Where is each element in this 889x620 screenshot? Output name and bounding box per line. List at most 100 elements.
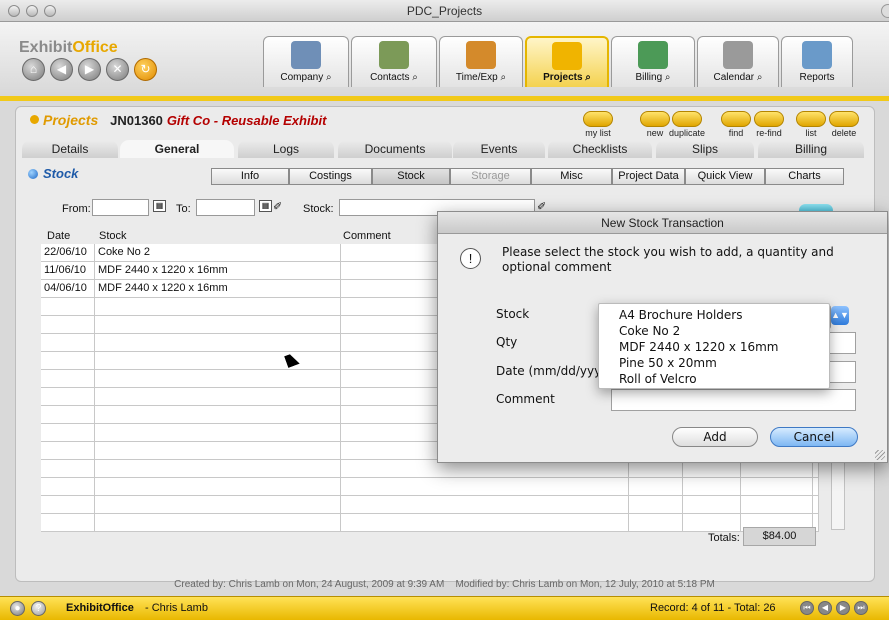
sub-tab-7[interactable]: Charts [765,168,844,185]
row-date [41,352,95,370]
record-tab-3[interactable]: Documents [338,140,452,158]
module-tab-label: Time/Exp ⌕ [455,72,507,83]
table-row[interactable] [41,514,819,532]
window-titlebar: PDC_Projects [0,0,889,22]
list-button[interactable]: list [796,111,826,138]
date-label: Date (mm/dd/yyyy) [496,364,613,378]
sub-tab-5[interactable]: Project Data [612,168,685,185]
refind-button[interactable]: re-find [754,111,784,138]
magnifier-icon[interactable]: ⌕ [410,72,418,83]
row-stock [95,388,341,406]
stock-option[interactable]: Roll of Velcro [599,371,829,387]
record-tab-1[interactable]: General [120,140,234,158]
module-tab-reports[interactable]: Reports [781,36,853,87]
first-record-icon[interactable]: ⏮ [800,601,814,615]
row-date: 11/06/10 [41,262,95,280]
help-icon[interactable]: ? [31,601,46,616]
row-date [41,388,95,406]
delete-button[interactable]: delete [829,111,859,138]
stock-select-arrows-icon[interactable]: ▲▼ [831,306,849,325]
list-view-icon [796,111,826,127]
my-list-button[interactable]: my list [583,111,613,138]
prev-record-icon[interactable]: ◀ [818,601,832,615]
client-name: Gift Co - Reusable Exhibit [166,113,327,128]
time-exp-icon [466,41,496,69]
from-calendar-icon[interactable]: ▦ [153,200,166,212]
stock-option[interactable]: Pine 50 x 20mm [599,355,829,371]
contacts-icon [379,41,409,69]
sub-tab-4[interactable]: Misc [531,168,612,185]
module-tab-calendar[interactable]: Calendar ⌕ [697,36,779,87]
billing-icon [638,41,668,69]
next-record-icon[interactable]: ▶ [836,601,850,615]
sub-tab-0[interactable]: Info [211,168,289,185]
row-cell [629,514,683,532]
record-tab-6[interactable]: Slips [656,140,754,158]
row-comment [341,496,629,514]
table-row[interactable] [41,496,819,514]
row-cell [683,478,741,496]
to-date-input[interactable] [196,199,255,216]
module-tab-company[interactable]: Company ⌕ [263,36,349,87]
stock-option[interactable]: Coke No 2 [599,323,829,339]
db-icon[interactable]: ● [10,601,25,616]
module-tab-label: Company ⌕ [280,72,332,83]
row-stock: MDF 2440 x 1220 x 16mm [95,280,341,298]
module-tab-time-exp[interactable]: Time/Exp ⌕ [439,36,523,87]
col-date-header: Date [47,230,71,242]
magnifier-icon[interactable]: ⌕ [498,72,507,83]
record-tab-4[interactable]: Events [453,140,545,158]
new-button[interactable]: new [640,111,670,138]
sub-tab-2[interactable]: Stock [372,168,450,185]
status-bar: ● ? ExhibitOffice - Chris Lamb Record: 4… [0,596,889,620]
clear-filter-icon[interactable]: ✐ [273,200,282,213]
find-button[interactable]: find [721,111,751,138]
to-calendar-icon[interactable]: ▦ [259,200,272,212]
row-cell [629,496,683,514]
magnifier-icon[interactable]: ⌕ [583,72,591,83]
last-record-icon[interactable]: ⏭ [854,601,868,615]
module-tab-projects[interactable]: Projects ⌕ [525,36,609,87]
row-stock [95,298,341,316]
zoom-window-icon[interactable] [44,5,56,17]
row-cell [813,478,819,496]
close-icon[interactable]: ✕ [106,58,129,81]
close-window-icon[interactable] [8,5,20,17]
section-title: Projects [43,112,99,128]
sub-tab-6[interactable]: Quick View [685,168,765,185]
stock-option[interactable]: MDF 2440 x 1220 x 16mm [599,339,829,355]
comment-input[interactable] [611,389,856,411]
forward-icon[interactable]: ▶ [78,58,101,81]
record-tab-5[interactable]: Checklists [548,140,652,158]
table-row[interactable] [41,478,819,496]
refind-icon [754,111,784,127]
row-cell [741,478,813,496]
row-stock [95,370,341,388]
record-tab-7[interactable]: Billing [758,140,864,158]
module-tab-billing[interactable]: Billing ⌕ [611,36,695,87]
home-icon[interactable]: ⌂ [22,58,45,81]
window-title: PDC_Projects [406,4,483,18]
from-date-input[interactable] [92,199,149,216]
sub-tab-3[interactable]: Storage [450,168,531,185]
duplicate-button[interactable]: duplicate [669,111,705,138]
record-tab-2[interactable]: Logs [238,140,334,158]
magnifier-icon[interactable]: ⌕ [662,72,671,83]
magnifier-icon[interactable]: ⌕ [754,72,763,83]
add-button[interactable]: Add [672,427,758,447]
resize-grip-icon[interactable] [875,450,885,460]
toolbar-toggle-icon[interactable] [881,4,889,18]
record-tab-0[interactable]: Details [22,140,118,158]
cancel-button[interactable]: Cancel [770,427,858,447]
list-icon [583,111,613,127]
stock-label: Stock [496,307,530,321]
magnifier-icon[interactable]: ⌕ [323,72,332,83]
stock-option[interactable]: A4 Brochure Holders [599,307,829,323]
row-date: 22/06/10 [41,244,95,262]
module-tab-contacts[interactable]: Contacts ⌕ [351,36,437,87]
minimize-window-icon[interactable] [26,5,38,17]
sub-tab-1[interactable]: Costings [289,168,372,185]
row-date [41,370,95,388]
back-icon[interactable]: ◀ [50,58,73,81]
refresh-icon[interactable]: ↻ [134,58,157,81]
